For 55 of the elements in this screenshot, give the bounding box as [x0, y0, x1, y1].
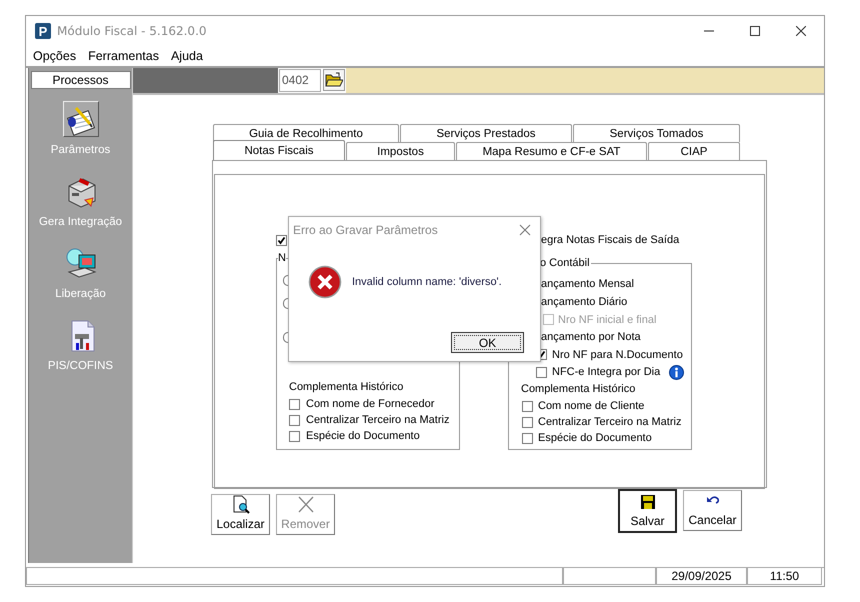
close-icon	[796, 26, 806, 36]
error-message: Invalid column name: 'diverso'.	[352, 276, 502, 288]
tab[interactable]: Impostos	[346, 142, 455, 160]
cancel-button[interactable]: Cancelar	[683, 490, 742, 531]
open-folder-button[interactable]	[323, 69, 345, 91]
section-label: Complementa Histórico	[289, 380, 404, 395]
checkbox-label: Centralizar Terceiro na Matriz	[538, 416, 682, 428]
cross-icon	[296, 495, 316, 514]
option-label: ançamento por Nota	[541, 331, 641, 343]
checkbox-label: egra Notas Fiscais de Saída	[541, 234, 680, 246]
menu-item[interactable]: Opções	[32, 49, 78, 63]
checkbox-label: Com nome de Fornecedor	[306, 398, 434, 410]
ok-button[interactable]: OK	[451, 332, 524, 353]
menu-item[interactable]: Ajuda	[170, 49, 204, 63]
checkbox[interactable]	[522, 416, 533, 428]
checkbox-label: Com nome de Cliente	[538, 400, 644, 412]
option-label: ançamento Diário	[541, 296, 628, 308]
checkbox[interactable]	[536, 366, 547, 378]
menu-item[interactable]: Ferramentas	[87, 49, 160, 63]
dialog-title: Erro ao Gravar Parâmetros	[293, 223, 438, 237]
tab[interactable]: Serviços Tomados	[573, 124, 740, 142]
tab[interactable]: Mapa Resumo e CF-e SAT	[456, 142, 647, 160]
checkbox-label: Espécie do Documento	[306, 430, 420, 442]
app-logo: P	[35, 23, 51, 39]
option-label: ançamento Mensal	[541, 278, 634, 290]
close-icon[interactable]	[519, 224, 531, 236]
maximize-icon	[750, 26, 760, 36]
section-label: Complementa Histórico	[521, 382, 636, 397]
checkbox-label: Nro NF inicial e final	[558, 314, 656, 326]
checkbox-label: NFC-e Integra por Dia	[552, 366, 660, 378]
checkbox-label: Nro NF para N.Documento	[552, 348, 683, 360]
checkbox[interactable]	[289, 398, 300, 410]
find-button[interactable]: Localizar	[211, 494, 270, 535]
checkbox-label: Espécie do Documento	[538, 432, 652, 444]
save-button[interactable]: Salvar	[618, 489, 677, 533]
tab[interactable]: CIAP	[648, 142, 740, 160]
sidebar-header: Processos	[30, 71, 130, 89]
checkbox[interactable]	[522, 432, 533, 444]
error-icon	[308, 265, 342, 299]
checkbox-label: Centralizar Terceiro na Matriz	[306, 414, 450, 426]
checkbox[interactable]	[276, 235, 287, 246]
search-icon	[230, 495, 250, 514]
info-icon[interactable]	[669, 364, 684, 380]
check-icon	[277, 236, 286, 245]
status-date: 29/09/2025	[656, 568, 747, 585]
tab[interactable]: Guia de Recolhimento	[213, 124, 399, 142]
tab[interactable]: Notas Fiscais	[213, 140, 345, 160]
status-time: 11:50	[747, 568, 822, 585]
checkbox[interactable]	[522, 400, 533, 412]
code-field[interactable]: 0402	[279, 69, 321, 92]
window-title: Módulo Fiscal - 5.162.0.0	[57, 24, 207, 38]
folder-icon	[325, 72, 343, 88]
checkbox[interactable]	[289, 430, 300, 442]
tab[interactable]: Serviços Prestados	[400, 124, 572, 142]
checkbox[interactable]	[289, 414, 300, 426]
